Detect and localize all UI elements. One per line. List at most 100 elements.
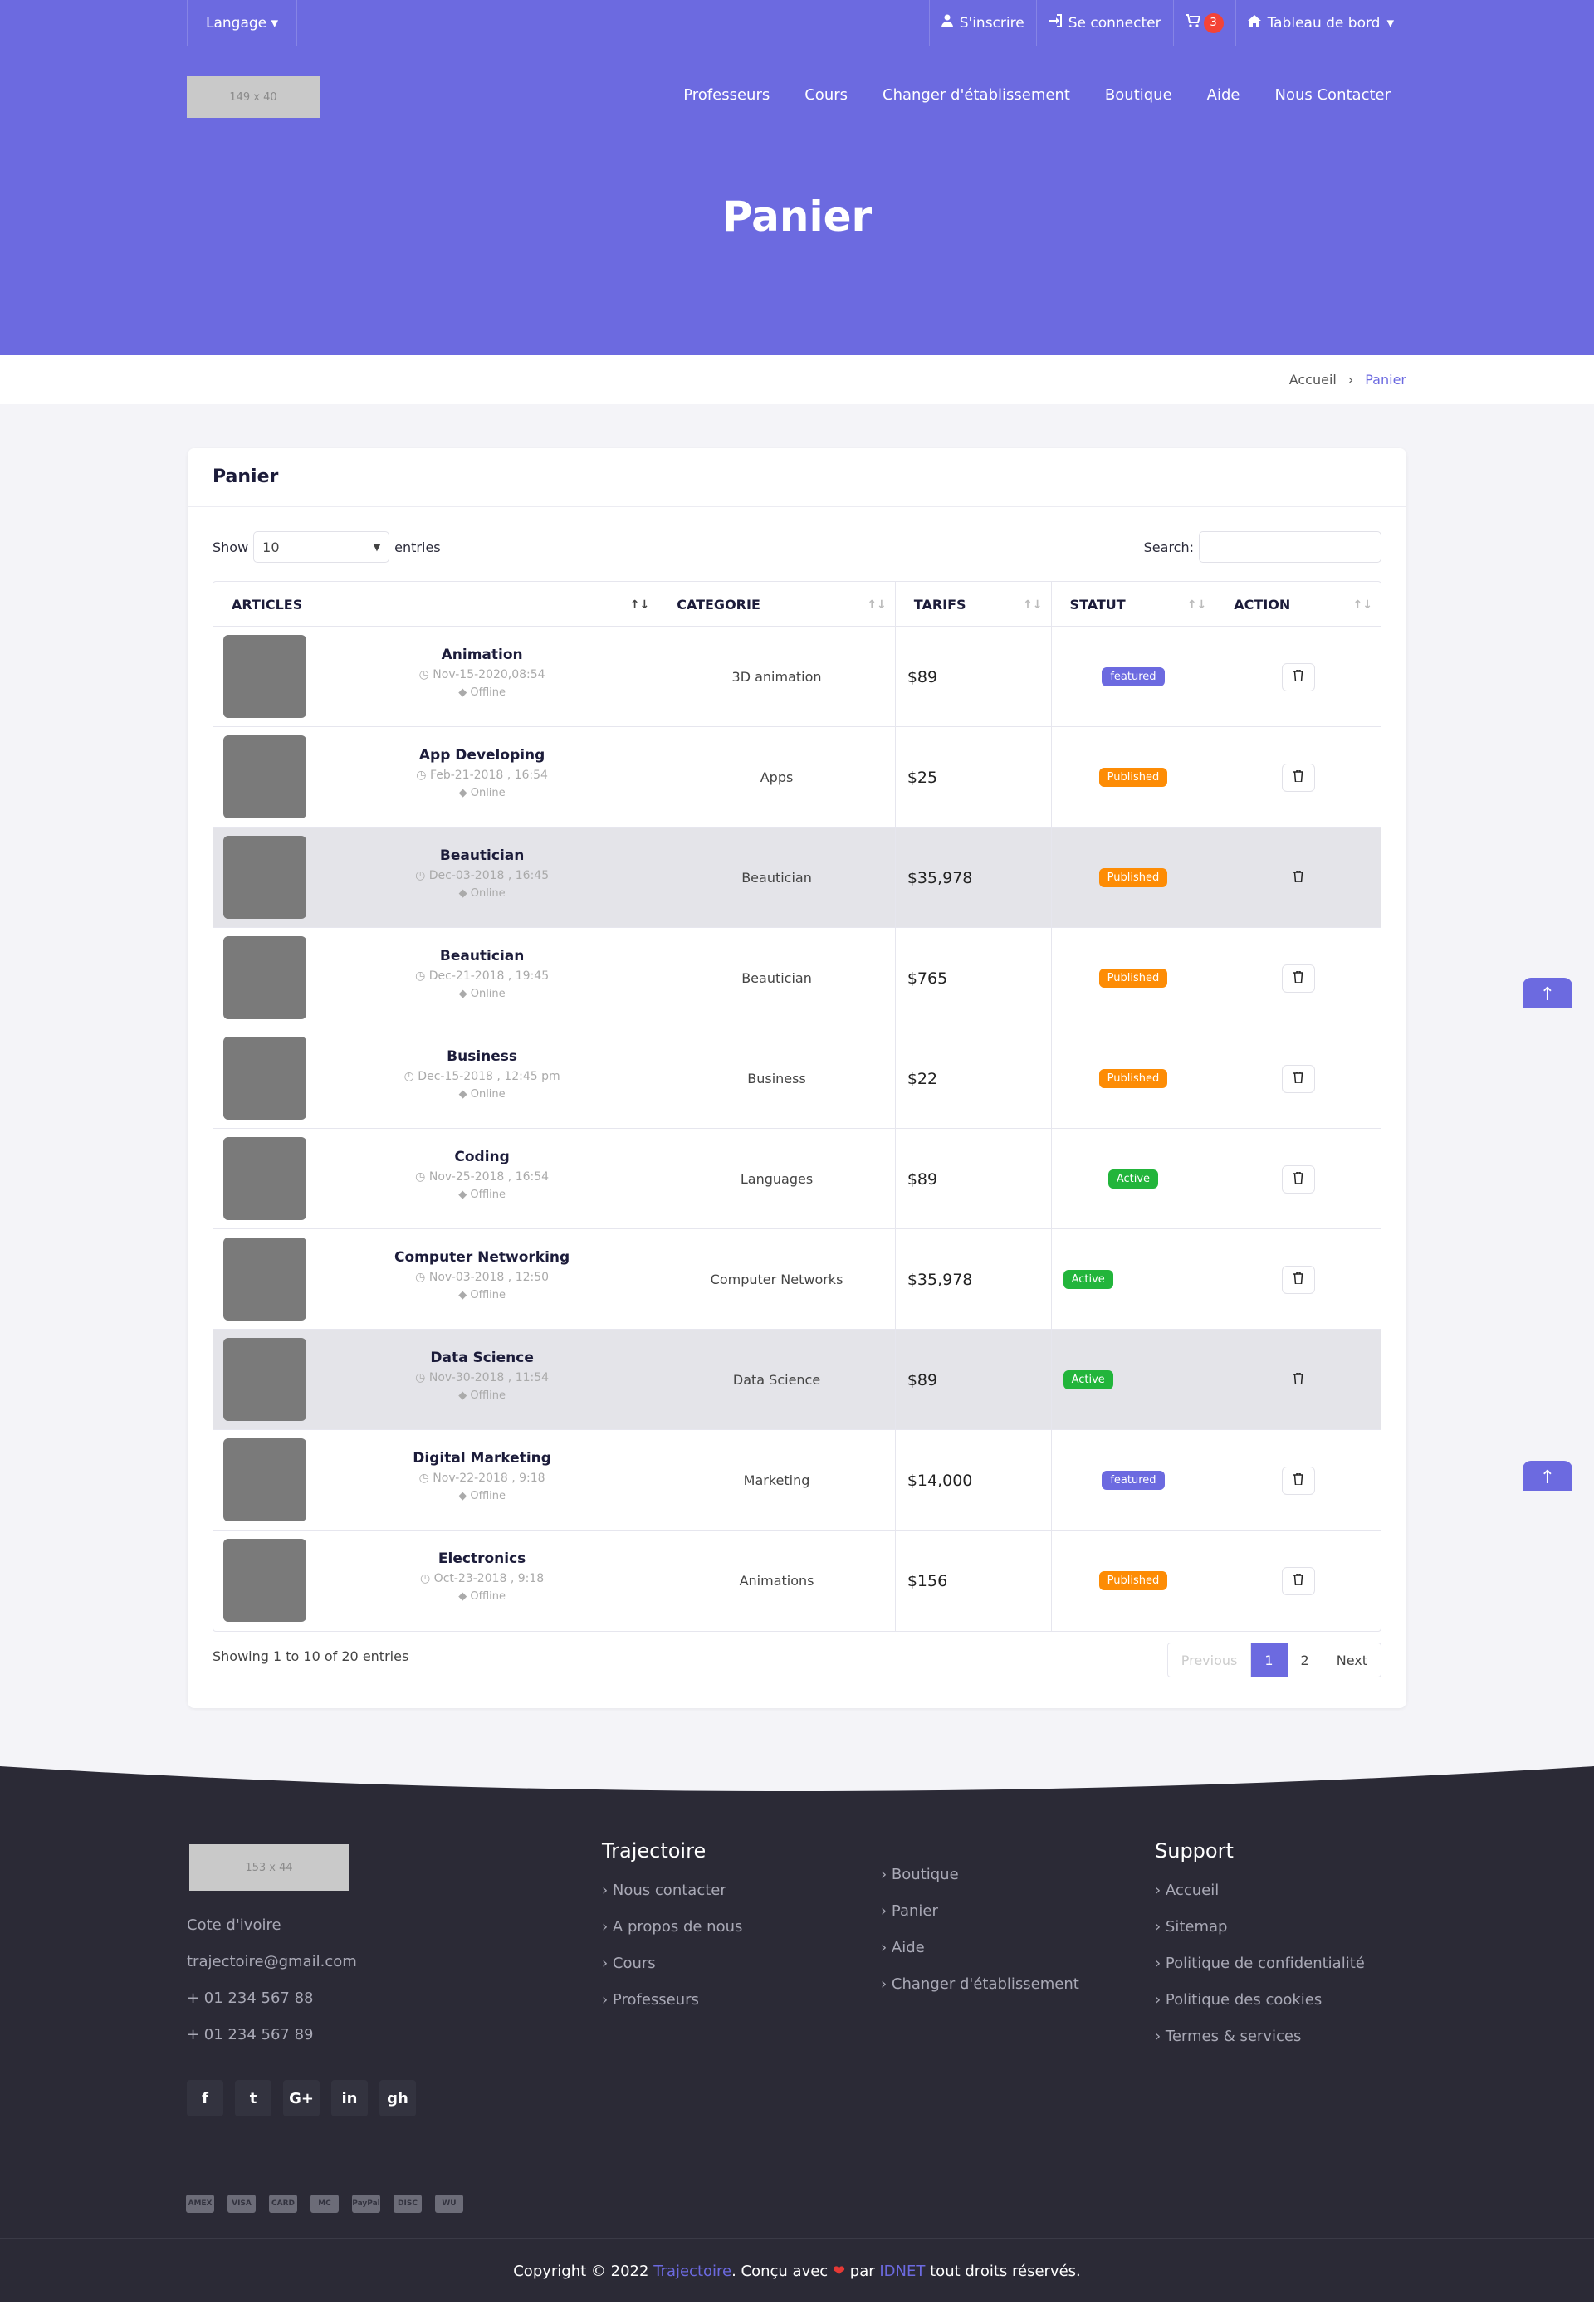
column-header-articles[interactable]: ARTICLES ↑↓: [213, 582, 659, 627]
facebook-icon[interactable]: f: [187, 2080, 223, 2116]
article-name[interactable]: Beautician: [306, 948, 658, 964]
footer-link[interactable]: Accueil: [1155, 1872, 1365, 1909]
article-name[interactable]: Coding: [306, 1149, 658, 1165]
status-badge: Published: [1098, 1571, 1168, 1590]
footer-link[interactable]: Termes & services: [1155, 2019, 1365, 2055]
nav-changer-etablissement[interactable]: Changer d'établissement: [883, 86, 1070, 104]
article-name[interactable]: Beautician: [306, 847, 658, 864]
column-header-action[interactable]: ACTION ↑↓: [1215, 582, 1381, 627]
course-thumbnail[interactable]: [223, 1037, 306, 1120]
site-logo[interactable]: 149 x 40: [187, 76, 320, 118]
delete-button[interactable]: [1281, 1265, 1315, 1294]
article-name[interactable]: Animation: [306, 647, 658, 663]
clock-icon: ◷: [420, 1572, 431, 1585]
nav-cours[interactable]: Cours: [804, 86, 848, 104]
payment-methods: AMEX VISA CARD MC PayPal DISC WU: [186, 2195, 463, 2213]
footer-link[interactable]: Nous contacter: [602, 1872, 742, 1909]
breadcrumb-home[interactable]: Accueil: [1289, 372, 1337, 388]
nav-aide[interactable]: Aide: [1207, 86, 1240, 104]
course-thumbnail[interactable]: [223, 735, 306, 818]
delete-button[interactable]: [1281, 1064, 1315, 1093]
footer-link[interactable]: Professeurs: [602, 1982, 742, 2019]
pagination-next[interactable]: Next: [1323, 1643, 1381, 1677]
signup-link[interactable]: S'inscrire: [928, 0, 1036, 46]
status-badge: Published: [1098, 868, 1168, 887]
delete-button[interactable]: [1293, 1372, 1303, 1388]
delete-button[interactable]: [1281, 1566, 1315, 1595]
footer-phone[interactable]: + 01 234 567 88: [187, 1980, 357, 2017]
delete-button[interactable]: [1281, 662, 1315, 691]
clock-icon: ◷: [416, 769, 427, 782]
footer-phone[interactable]: + 01 234 567 89: [187, 2017, 357, 2053]
scroll-top-button[interactable]: ↑: [1523, 1461, 1572, 1491]
trash-icon: [1293, 970, 1303, 986]
article-name[interactable]: Electronics: [306, 1550, 658, 1567]
scroll-top-button[interactable]: ↑: [1523, 978, 1572, 1008]
social-links: f t G+ in gh: [187, 2080, 416, 2116]
footer-email[interactable]: trajectoire@gmail.com: [187, 1944, 357, 1980]
article-name[interactable]: Business: [306, 1048, 658, 1065]
entries-select[interactable]: 10 ▼: [253, 531, 390, 563]
delete-button[interactable]: [1281, 1164, 1315, 1194]
dashboard-label: Tableau de bord: [1267, 15, 1381, 32]
article-name[interactable]: Digital Marketing: [306, 1450, 658, 1467]
delete-button[interactable]: [1293, 870, 1303, 886]
course-thumbnail[interactable]: [223, 936, 306, 1019]
linkedin-icon[interactable]: in: [331, 2080, 368, 2116]
site-footer: 153 x 44 Cote d'ivoire trajectoire@gmail…: [0, 1766, 1594, 2324]
trash-icon: [1293, 1472, 1303, 1488]
western-union-icon: WU: [435, 2195, 463, 2213]
course-thumbnail[interactable]: [223, 1137, 306, 1220]
twitter-icon[interactable]: t: [235, 2080, 271, 2116]
footer-link[interactable]: A propos de nous: [602, 1909, 742, 1946]
footer-link[interactable]: Politique de confidentialité: [1155, 1946, 1365, 1982]
category-cell: Data Science: [732, 1372, 821, 1388]
login-link[interactable]: Se connecter: [1035, 0, 1173, 46]
google-plus-icon[interactable]: G+: [283, 2080, 320, 2116]
show-label: Show: [213, 539, 249, 555]
article-date: Nov-22-2018 , 9:18: [433, 1472, 545, 1485]
footer-col-trajectoire: Trajectoire Nous contacter A propos de n…: [602, 1839, 742, 2019]
brand-link[interactable]: Trajectoire: [653, 2263, 731, 2280]
nav-professeurs[interactable]: Professeurs: [683, 86, 770, 104]
article-name[interactable]: Data Science: [306, 1350, 658, 1366]
article-name[interactable]: Computer Networking: [306, 1249, 658, 1266]
column-header-statut[interactable]: STATUT ↑↓: [1052, 582, 1216, 627]
search-input[interactable]: [1199, 531, 1381, 563]
column-header-categorie[interactable]: CATEGORIE ↑↓: [658, 582, 896, 627]
footer-logo[interactable]: 153 x 44: [189, 1844, 349, 1891]
delete-button[interactable]: [1281, 763, 1315, 792]
pagination-previous[interactable]: Previous: [1168, 1643, 1252, 1677]
footer-link[interactable]: Boutique: [881, 1857, 1079, 1893]
footer-link[interactable]: Cours: [602, 1946, 742, 1982]
breadcrumb-bar: Accueil › Panier: [0, 355, 1594, 404]
footer-link[interactable]: Panier: [881, 1893, 1079, 1930]
footer-link[interactable]: Aide: [881, 1930, 1079, 1966]
course-thumbnail[interactable]: [223, 1238, 306, 1321]
author-link[interactable]: IDNET: [879, 2263, 925, 2280]
footer-link[interactable]: Changer d'établissement: [881, 1966, 1079, 2003]
tag-icon: ◆: [458, 787, 467, 799]
delete-button[interactable]: [1281, 1466, 1315, 1495]
nav-contact[interactable]: Nous Contacter: [1275, 86, 1391, 104]
nav-boutique[interactable]: Boutique: [1105, 86, 1172, 104]
category-cell: Beautician: [741, 870, 812, 886]
delete-button[interactable]: [1281, 964, 1315, 993]
language-dropdown[interactable]: Langage ▾: [187, 0, 298, 46]
dashboard-dropdown[interactable]: Tableau de bord ▾: [1235, 0, 1406, 46]
course-thumbnail[interactable]: [223, 836, 306, 919]
github-icon[interactable]: gh: [379, 2080, 416, 2116]
course-thumbnail[interactable]: [223, 1539, 306, 1622]
course-thumbnail[interactable]: [223, 1338, 306, 1421]
footer-link[interactable]: Sitemap: [1155, 1909, 1365, 1946]
course-thumbnail[interactable]: [223, 635, 306, 718]
cart-link[interactable]: 3: [1172, 0, 1235, 46]
pagination-page-2[interactable]: 2: [1288, 1643, 1323, 1677]
pagination-page-1[interactable]: 1: [1251, 1643, 1288, 1677]
column-header-tarifs[interactable]: TARIFS ↑↓: [896, 582, 1052, 627]
category-cell: Apps: [760, 769, 794, 785]
table-row: App Developing ◷ Feb-21-2018 , 16:54 ◆ Onl…: [213, 727, 1381, 828]
footer-link[interactable]: Politique des cookies: [1155, 1982, 1365, 2019]
article-name[interactable]: App Developing: [306, 747, 658, 764]
course-thumbnail[interactable]: [223, 1438, 306, 1521]
